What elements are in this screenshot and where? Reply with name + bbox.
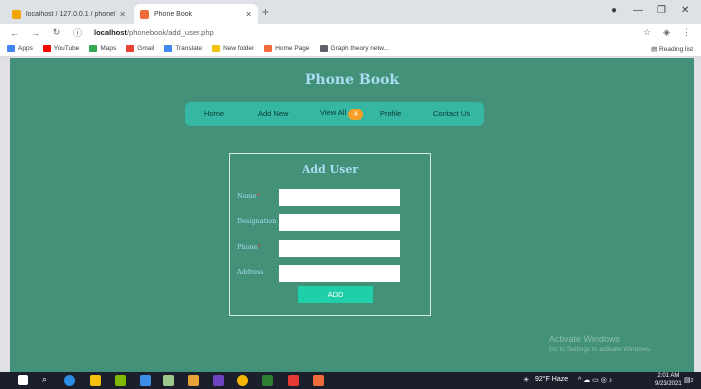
nav-add-new[interactable]: Add New — [258, 109, 288, 118]
back-icon[interactable]: ← — [8, 28, 21, 38]
mail-icon[interactable] — [140, 375, 151, 386]
watermark-title: Activate Windows — [549, 334, 621, 344]
home-page-icon — [264, 45, 273, 52]
gmail-icon — [126, 45, 135, 52]
tray-icons[interactable]: ^ ☁ ▭ ◎ ♪ — [578, 376, 612, 384]
nav-home[interactable]: Home — [204, 109, 224, 118]
bookmark-home-page[interactable]: Home Page — [264, 45, 310, 52]
youtube-icon — [42, 45, 51, 52]
notification-icon[interactable]: ▤2 — [684, 376, 693, 384]
name-input[interactable] — [279, 189, 400, 206]
maximize-icon[interactable]: ❐ — [657, 5, 666, 16]
nav-profile[interactable]: Profile — [380, 109, 401, 118]
required-mark: * — [257, 243, 261, 251]
bookmark-maps[interactable]: Maps — [89, 45, 116, 52]
star-icon[interactable]: ☆ — [643, 27, 651, 38]
notification-count: 2 — [690, 378, 694, 384]
address-input[interactable] — [279, 265, 400, 282]
activate-windows-watermark: Activate Windows Go to Settings to activ… — [549, 334, 652, 353]
extension-icon[interactable]: ◈ — [663, 27, 670, 38]
bookmark-apps[interactable]: Apps — [7, 45, 33, 52]
form-title: Add User — [301, 163, 359, 176]
search-icon[interactable]: ⌕ — [42, 374, 47, 385]
apps-grid-icon — [7, 45, 15, 52]
nav-view-all[interactable]: View All 4 — [320, 108, 364, 120]
notepad-icon[interactable] — [163, 375, 174, 386]
required-mark: * — [256, 192, 260, 200]
file-explorer-icon[interactable] — [90, 375, 101, 386]
add-button[interactable]: ADD — [298, 286, 373, 303]
main-nav: Home Add New View All 4 Profile Contact U… — [185, 102, 484, 126]
bookmark-gmail[interactable]: Gmail — [126, 45, 154, 52]
tab-title: Phone Book — [154, 10, 193, 18]
url-host: localhost — [94, 28, 127, 37]
bookmark-translate[interactable]: Translate — [164, 45, 202, 52]
nav-contact-us[interactable]: Contact Us — [433, 109, 470, 118]
windows-start-icon[interactable] — [18, 375, 28, 385]
bookmark-new-folder[interactable]: New folder — [212, 45, 254, 52]
phone-label: Phone* — [237, 243, 261, 251]
watermark-subtitle: Go to Settings to activate Windows. — [549, 346, 652, 353]
tab-phone-book[interactable]: Phone Book ✕ — [134, 4, 258, 24]
store-icon[interactable] — [115, 375, 126, 386]
phonebook-favicon-icon — [140, 9, 149, 19]
phone-input[interactable] — [279, 240, 400, 257]
terminal-icon[interactable] — [213, 375, 224, 386]
url-field[interactable]: localhost/phonebook/add_user.php — [94, 28, 214, 37]
chrome-icon[interactable] — [237, 375, 248, 386]
xampp-icon[interactable] — [262, 375, 273, 386]
page-title: Phone Book — [304, 72, 400, 88]
designation-label: Designation — [237, 217, 277, 225]
name-label: Name* — [237, 192, 260, 200]
address-bar: ← → ↻ ⓘ localhost/phonebook/add_user.php… — [0, 24, 701, 41]
url-path: /phonebook/add_user.php — [126, 28, 214, 37]
tab-strip: localhost / 127.0.0.1 / phonebo... ✕ Pho… — [0, 0, 701, 24]
folder-icon — [212, 45, 221, 52]
address-actions: ☆ ◈ ⋮ — [643, 27, 691, 38]
close-tab-icon[interactable]: ✕ — [245, 10, 252, 19]
reload-icon[interactable]: ↻ — [50, 27, 63, 38]
weather-text[interactable]: 92°F Haze — [535, 376, 568, 383]
graph-icon — [319, 45, 328, 52]
weather-icon[interactable]: ☀ — [523, 376, 529, 384]
phonebook-app-icon[interactable] — [313, 375, 324, 386]
designation-input[interactable] — [279, 214, 400, 231]
minimize-icon[interactable]: — — [633, 5, 643, 16]
edge-icon[interactable] — [64, 375, 75, 386]
translate-icon — [164, 45, 173, 52]
sublime-icon[interactable] — [188, 375, 199, 386]
reading-list-icon: ▤ — [651, 46, 660, 53]
bookmarks-bar: Apps YouTube Maps Gmail Translate New fo… — [0, 41, 701, 57]
menu-dots-icon[interactable]: ⋮ — [682, 27, 691, 38]
vs-icon[interactable] — [288, 375, 299, 386]
close-tab-icon[interactable]: ✕ — [119, 10, 126, 19]
address-label: Address — [237, 268, 264, 276]
new-tab-icon[interactable]: + — [262, 5, 269, 19]
bookmark-youtube[interactable]: YouTube — [42, 45, 79, 52]
info-icon[interactable]: ⓘ — [71, 26, 84, 39]
page-content: Phone Book Home Add New View All 4 Profil… — [10, 58, 694, 372]
windows-taskbar: ⌕ ☀ 92°F Haze ^ ☁ ▭ ◎ ♪ 2:01 AM 9/23/202… — [0, 372, 701, 389]
add-user-form: Add User Name* Designation Phone* Addres… — [229, 153, 431, 316]
forward-icon[interactable]: → — [29, 28, 42, 38]
close-window-icon[interactable]: ✕ — [681, 5, 689, 16]
count-badge: 4 — [348, 109, 364, 120]
tab-phpmyadmin[interactable]: localhost / 127.0.0.1 / phonebo... ✕ — [6, 4, 132, 24]
profile-icon[interactable]: ● — [611, 5, 617, 16]
reading-list[interactable]: ▤ Reading list — [651, 45, 693, 53]
phpmyadmin-favicon-icon — [12, 9, 21, 19]
system-clock[interactable]: 2:01 AM 9/23/2021 — [655, 373, 682, 388]
nav-view-all-label: View All — [320, 108, 347, 117]
maps-icon — [89, 45, 98, 52]
bookmark-graph-theory[interactable]: Graph theory netw... — [319, 45, 389, 52]
tab-title: localhost / 127.0.0.1 / phonebo... — [26, 10, 115, 18]
